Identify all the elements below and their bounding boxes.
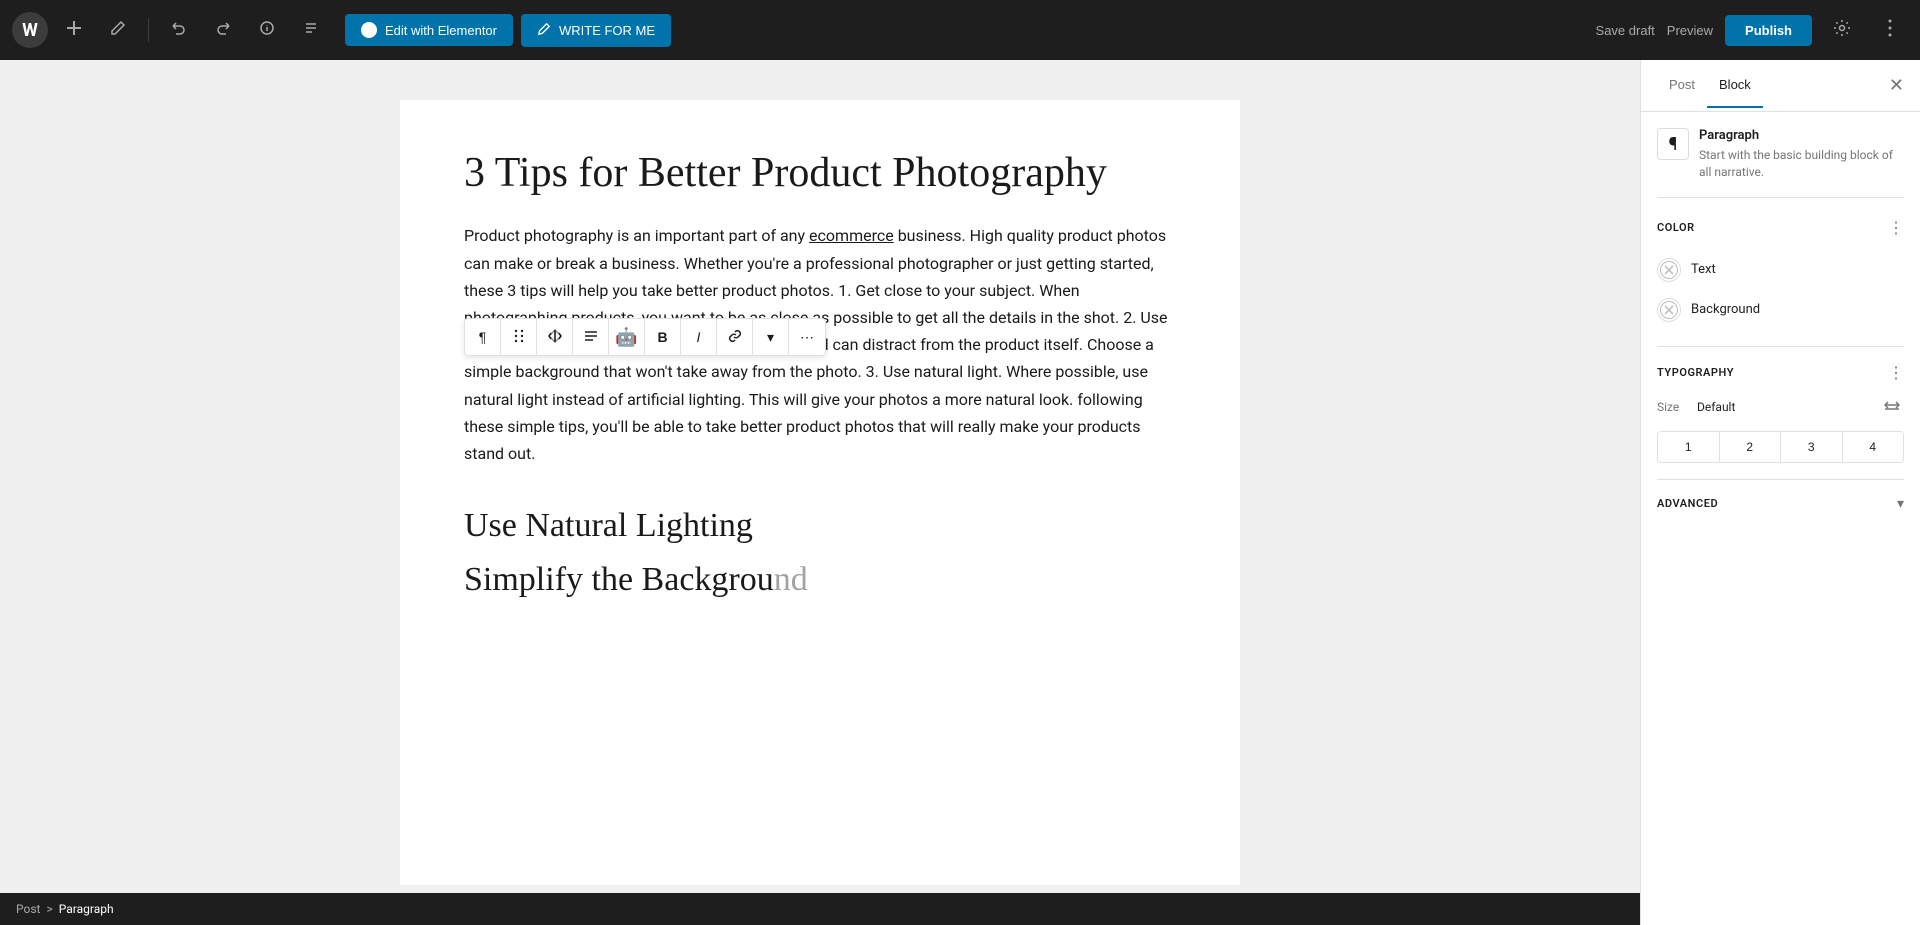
- close-sidebar-button[interactable]: ✕: [1889, 75, 1904, 96]
- italic-button[interactable]: I: [681, 319, 717, 355]
- undo-icon: [171, 20, 187, 41]
- typography-section-label: Typography ⋮: [1657, 363, 1904, 383]
- block-meta: Paragraph Start with the basic building …: [1699, 128, 1904, 181]
- bold-button[interactable]: B: [645, 319, 681, 355]
- size-value: Default: [1697, 400, 1735, 414]
- editor-area[interactable]: ¶ 🤖: [0, 60, 1640, 925]
- sidebar: Post Block ✕ ¶ Paragraph Start with the …: [1640, 60, 1920, 925]
- block-options-button[interactable]: ⋯: [789, 319, 825, 355]
- plus-icon: [66, 20, 82, 41]
- block-toolbar: ¶ 🤖: [464, 318, 826, 356]
- three-dots-icon: ⋯: [800, 329, 814, 346]
- block-title: Paragraph: [1699, 128, 1904, 143]
- heading-size-2[interactable]: 2: [1720, 432, 1782, 462]
- bold-icon: B: [657, 329, 667, 345]
- pencil-icon: [110, 20, 126, 41]
- gear-icon: [1833, 19, 1851, 42]
- add-block-button[interactable]: [56, 12, 92, 48]
- redo-icon: [215, 20, 231, 41]
- settings-button[interactable]: [1824, 12, 1860, 48]
- drag-handle-button[interactable]: [501, 319, 537, 355]
- tab-post[interactable]: Post: [1657, 63, 1707, 108]
- color-section: Color ⋮ Text: [1657, 218, 1904, 330]
- background-color-label: Background: [1691, 302, 1760, 317]
- advanced-label: Advanced: [1657, 497, 1718, 510]
- align-icon: [584, 329, 598, 346]
- more-options-button[interactable]: [1872, 12, 1908, 48]
- partial-heading-2: Simplify the Background: [464, 561, 1176, 599]
- link-icon: [728, 329, 742, 346]
- text-color-circle: [1657, 258, 1681, 282]
- move-block-button[interactable]: [537, 319, 573, 355]
- tools-button[interactable]: [100, 12, 136, 48]
- publish-button[interactable]: Publish: [1725, 15, 1812, 46]
- size-row: Size Default: [1657, 395, 1904, 419]
- undo-button[interactable]: [161, 12, 197, 48]
- heading-size-3[interactable]: 3: [1781, 432, 1843, 462]
- write-for-me-label: WRITE FOR ME: [559, 23, 655, 38]
- advanced-section: Advanced ▾: [1657, 479, 1904, 512]
- breadcrumb-paragraph[interactable]: Paragraph: [59, 902, 114, 916]
- top-toolbar: W Edit with Elementor: [0, 0, 1920, 60]
- write-icon: [537, 22, 551, 39]
- emoji-icon: 🤖: [615, 327, 637, 348]
- block-description: Start with the basic building block of a…: [1699, 147, 1904, 181]
- wp-logo[interactable]: W: [12, 12, 48, 48]
- chevron-down-icon: ▾: [1897, 496, 1904, 512]
- save-draft-button[interactable]: Save draft: [1596, 23, 1655, 38]
- sidebar-body[interactable]: ¶ Paragraph Start with the basic buildin…: [1641, 112, 1920, 925]
- toolbar-separator-1: [148, 18, 149, 42]
- heading-size-1[interactable]: 1: [1658, 432, 1720, 462]
- typography-more-button[interactable]: ⋮: [1888, 363, 1904, 383]
- italic-icon: I: [697, 329, 701, 345]
- block-info: ¶ Paragraph Start with the basic buildin…: [1657, 128, 1904, 198]
- write-for-me-button[interactable]: WRITE FOR ME: [521, 14, 671, 47]
- toolbar-right: Save draft Preview Publish: [1596, 12, 1908, 48]
- breadcrumb-separator: >: [46, 902, 52, 916]
- sidebar-tabs: Post Block: [1657, 63, 1763, 108]
- text-color-label: Text: [1691, 262, 1716, 277]
- bottom-bar: Post > Paragraph: [0, 893, 1640, 925]
- heading-size-4[interactable]: 4: [1843, 432, 1904, 462]
- text-color-option[interactable]: Text: [1657, 250, 1904, 290]
- size-label: Size: [1657, 400, 1687, 414]
- more-rich-text-button[interactable]: ▾: [753, 319, 789, 355]
- size-adjust-button[interactable]: [1880, 395, 1904, 419]
- editor-content: ¶ 🤖: [400, 100, 1240, 885]
- background-color-circle: [1657, 298, 1681, 322]
- info-button[interactable]: [249, 12, 285, 48]
- block-type-button[interactable]: ¶: [465, 319, 501, 355]
- typography-section: Typography ⋮ Size Default 1 2 3 4: [1657, 346, 1904, 463]
- tab-block[interactable]: Block: [1707, 63, 1763, 108]
- paragraph-toolbar-icon: ¶: [479, 329, 487, 345]
- ecommerce-link[interactable]: ecommerce: [809, 226, 894, 245]
- color-more-button[interactable]: ⋮: [1888, 218, 1904, 238]
- edit-elementor-label: Edit with Elementor: [385, 23, 497, 38]
- redo-button[interactable]: [205, 12, 241, 48]
- breadcrumb-post[interactable]: Post: [16, 902, 40, 916]
- preview-button[interactable]: Preview: [1667, 23, 1713, 38]
- heading-sizes: 1 2 3 4: [1657, 431, 1904, 463]
- list-view-icon: [303, 20, 319, 41]
- edit-elementor-button[interactable]: Edit with Elementor: [345, 14, 513, 46]
- drag-icon: [513, 329, 525, 346]
- block-type-icon: ¶: [1657, 128, 1689, 160]
- color-section-label: Color ⋮: [1657, 218, 1904, 238]
- advanced-header[interactable]: Advanced ▾: [1657, 496, 1904, 512]
- section-heading: Use Natural Lighting: [464, 507, 1176, 545]
- article-title: 3 Tips for Better Product Photography: [464, 148, 1176, 198]
- move-icon: [548, 329, 562, 346]
- emoji-button[interactable]: 🤖: [609, 319, 645, 355]
- info-icon: [259, 20, 275, 41]
- main-layout: ¶ 🤖: [0, 60, 1920, 925]
- sidebar-header: Post Block ✕: [1641, 60, 1920, 112]
- elementor-icon: [361, 22, 377, 38]
- ellipsis-vertical-icon: [1888, 19, 1892, 42]
- link-button[interactable]: [717, 319, 753, 355]
- list-view-button[interactable]: [293, 12, 329, 48]
- align-button[interactable]: [573, 319, 609, 355]
- background-color-option[interactable]: Background: [1657, 290, 1904, 330]
- chevron-down-icon: ▾: [767, 329, 774, 346]
